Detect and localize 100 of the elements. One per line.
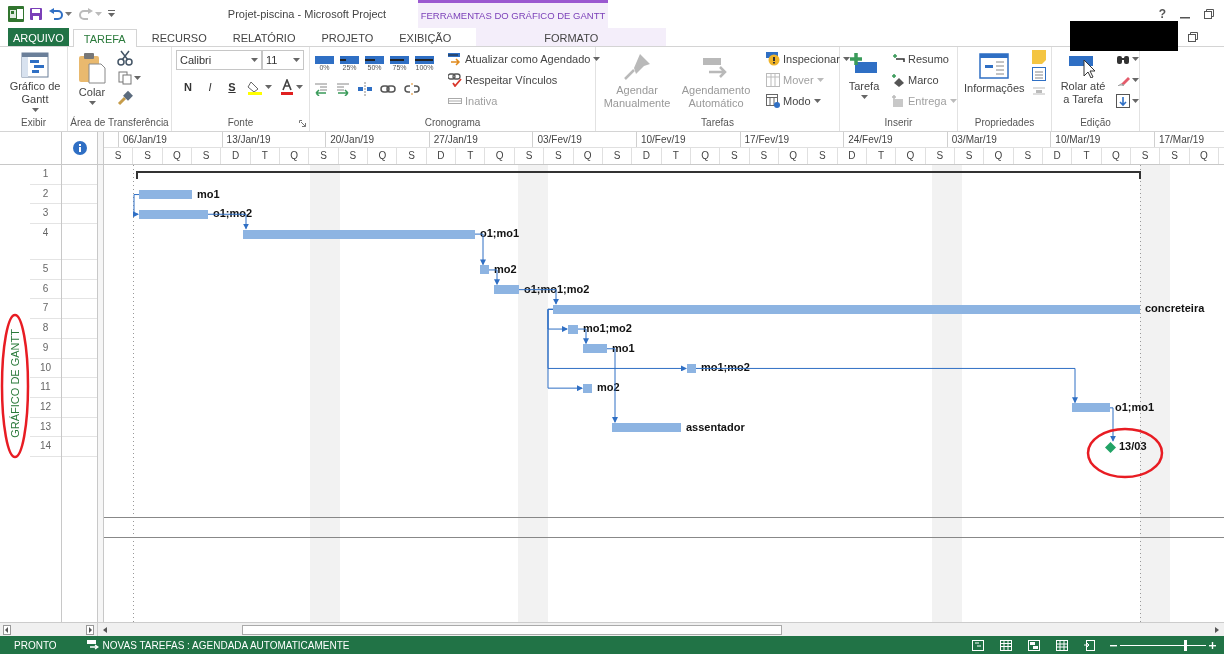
ribbon-tab[interactable]: RECURSO: [140, 28, 218, 46]
command-button[interactable]: Inspecionar: [764, 50, 852, 68]
link-icon[interactable]: [380, 84, 396, 94]
ribbon-tab[interactable]: EXIBIÇÃO: [388, 28, 463, 46]
day-label: S: [192, 148, 222, 164]
scroll-right-icon[interactable]: [86, 624, 94, 635]
dialog-launcher-icon[interactable]: [299, 120, 306, 127]
underline-button[interactable]: S: [224, 81, 240, 93]
progress-bar-icon: [390, 56, 409, 64]
day-label: T: [1072, 148, 1102, 164]
copy-icon: [118, 71, 132, 85]
ribbon-tab[interactable]: PROJETO: [310, 28, 385, 46]
day-label: Q: [1101, 148, 1132, 164]
row-number: 9: [30, 338, 61, 359]
resource-label: mo1: [197, 187, 220, 201]
command-button[interactable]: Marco: [889, 71, 959, 89]
paste-button[interactable]: Colar: [72, 50, 112, 107]
task-information-icon: [979, 52, 1010, 80]
scissors-icon[interactable]: [117, 50, 133, 66]
gantt-view-icon[interactable]: [972, 639, 984, 651]
scroll-to-task-button[interactable]: Rolar até a Tarefa: [1056, 50, 1110, 108]
link-arrow: [1109, 407, 1116, 442]
bold-button[interactable]: N: [180, 81, 196, 93]
outdent-icon[interactable]: [314, 82, 328, 96]
caret-icon: [293, 58, 300, 62]
report-view-icon[interactable]: [1084, 639, 1096, 651]
day-label: Q: [485, 148, 515, 164]
copy-button[interactable]: [117, 69, 142, 87]
summary-icon: [891, 53, 905, 65]
redo-icon: [79, 8, 93, 20]
ribbon-tab[interactable]: FORMATO: [476, 28, 667, 46]
day-label: Q: [573, 148, 603, 164]
status-text: PRONTO: [14, 639, 57, 651]
day-label: T: [456, 148, 486, 164]
format-painter-icon[interactable]: [117, 90, 133, 106]
milestone-icon: [891, 73, 905, 87]
view-label: GRÁFICO DE GANTT: [9, 329, 21, 438]
undo-button[interactable]: [48, 5, 73, 23]
row-number: 7: [30, 299, 61, 320]
day-label: S: [749, 148, 779, 164]
save-icon[interactable]: [29, 7, 43, 21]
progress-bar-icon: [315, 56, 334, 64]
caret-icon: [1132, 99, 1139, 103]
resource-sheet-icon[interactable]: [1056, 639, 1068, 651]
group-label: Área de Transferência: [70, 117, 169, 128]
day-label: S: [338, 148, 369, 164]
new-tasks-mode-link[interactable]: NOVAS TAREFAS : AGENDADA AUTOMATICAMENTE: [102, 639, 350, 651]
group-label: Exibir: [21, 117, 46, 128]
slider-thumb[interactable]: [1183, 639, 1187, 651]
zoom-in-icon[interactable]: [1209, 641, 1216, 649]
caret-icon: [265, 85, 272, 89]
gantt-chart-icon: [21, 52, 49, 78]
move-icon: [766, 73, 780, 87]
information-button[interactable]: Informações: [962, 50, 1027, 97]
day-label: Q: [984, 148, 1014, 164]
scroll-left-icon[interactable]: [3, 624, 11, 635]
caret-icon: [816, 78, 824, 82]
command-button[interactable]: Respeitar Vínculos: [446, 71, 603, 89]
clipboard-icon: [77, 52, 107, 84]
caret-icon: [296, 85, 303, 89]
caret-icon: [251, 58, 258, 62]
row-number: 11: [30, 378, 61, 398]
week-label: 03/Fev/19: [532, 132, 636, 147]
fill-button[interactable]: [1115, 92, 1140, 110]
split-task-icon[interactable]: [358, 82, 372, 96]
row-number: 14: [30, 437, 61, 457]
group-label: Tarefas: [701, 117, 734, 128]
milestone-diamond[interactable]: [1104, 441, 1116, 453]
help-button[interactable]: ?: [1158, 7, 1166, 21]
italic-button[interactable]: I: [202, 81, 218, 93]
inspect-icon: [766, 52, 780, 66]
unlink-icon[interactable]: [404, 83, 420, 95]
command-button[interactable]: Atualizar como Agendado: [446, 50, 603, 68]
team-planner-icon[interactable]: [1028, 639, 1040, 651]
task-usage-icon[interactable]: [1000, 639, 1012, 651]
resource-label: o1;mo1: [1115, 400, 1155, 414]
app-icon[interactable]: [8, 6, 24, 22]
scroll-left-icon[interactable]: [101, 624, 109, 635]
file-tab[interactable]: ARQUIVO: [8, 28, 69, 46]
font-size-field[interactable]: 11: [262, 50, 304, 70]
customize-icon[interactable]: [108, 10, 116, 18]
group-label: Cronograma: [424, 117, 481, 128]
restore-icon[interactable]: [1204, 9, 1214, 19]
binoculars-icon: [1116, 53, 1130, 65]
ribbon-tab[interactable]: RELATÓRIO: [221, 28, 307, 46]
day-label: S: [808, 148, 838, 164]
restore-icon[interactable]: [1188, 32, 1198, 42]
resource-label: mo2: [597, 381, 620, 395]
details-icon[interactable]: [1031, 67, 1046, 81]
ribbon-tab[interactable]: TAREFA: [72, 29, 137, 47]
command-button[interactable]: Resumo: [889, 50, 959, 68]
resource-label: concreteira: [1145, 302, 1205, 316]
scroll-right-icon[interactable]: [1213, 624, 1221, 635]
indent-icon[interactable]: [336, 82, 350, 96]
day-label: S: [602, 148, 633, 164]
gantt-chart-button[interactable]: Gráfico de Gantt: [4, 50, 66, 114]
font-color-button[interactable]: [279, 78, 304, 96]
font-name-field[interactable]: Calibri: [176, 50, 262, 70]
caret-icon: [88, 101, 96, 105]
day-label: T: [661, 148, 691, 164]
